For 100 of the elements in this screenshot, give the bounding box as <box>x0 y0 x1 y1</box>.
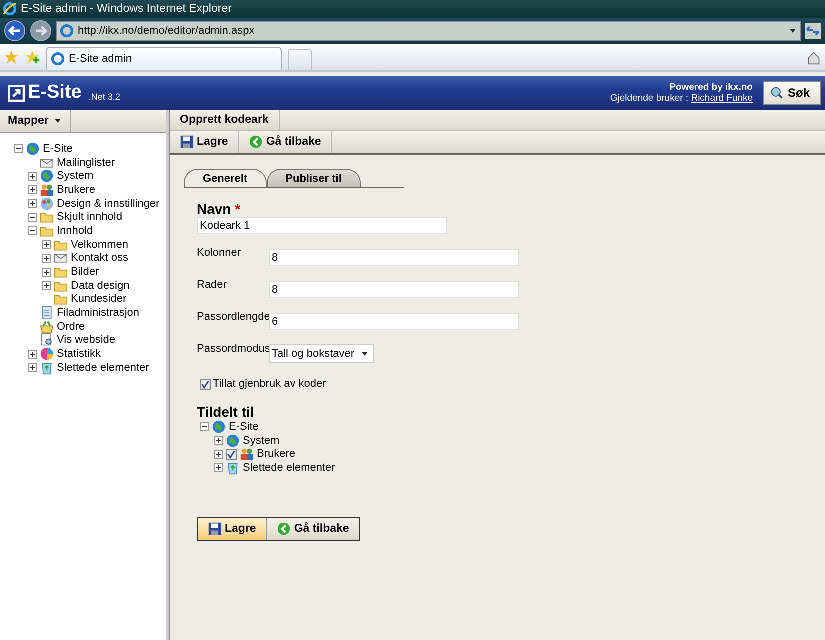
tree-item[interactable]: Bilder <box>71 266 100 278</box>
globe-icon <box>26 142 40 156</box>
tree-item[interactable]: Slettede elementer <box>243 462 336 474</box>
people-icon <box>240 447 254 462</box>
expand-icon[interactable] <box>42 268 51 277</box>
dropdown-icon[interactable] <box>789 27 797 35</box>
external-link-icon <box>8 84 25 102</box>
tree-item[interactable]: System <box>243 434 280 447</box>
recycle-bin-icon <box>40 360 54 375</box>
floppy-icon <box>208 522 222 536</box>
powered-by-text: Powered by ikx.no <box>670 82 753 93</box>
floppy-icon <box>180 135 194 149</box>
save-button[interactable]: Lagre <box>198 518 268 540</box>
tree-item[interactable]: Brukere <box>57 184 96 196</box>
name-field[interactable]: Kodeark 1 <box>197 217 447 234</box>
expand-icon[interactable] <box>42 281 51 290</box>
tree-item[interactable]: Data design <box>71 280 130 292</box>
expand-icon[interactable] <box>42 240 51 250</box>
checkbox[interactable] <box>200 378 211 390</box>
panel-title: Opprett kodeark <box>170 110 280 130</box>
page-icon <box>51 52 65 66</box>
checkbox-label: Tillat gjenbruk av koder <box>213 378 326 390</box>
password-mode-dropdown[interactable]: Tall og bokstaver <box>269 344 374 363</box>
tree-item[interactable]: Velkommen <box>71 238 128 251</box>
basket-icon <box>40 320 54 334</box>
globe-icon <box>212 420 226 434</box>
tab[interactable]: Publiser til <box>266 169 361 187</box>
window-title: E-Site admin - Windows Internet Explorer <box>21 3 232 15</box>
input-field[interactable]: 8 <box>269 249 519 266</box>
expand-icon[interactable] <box>28 199 37 208</box>
tree-item[interactable]: Kontakt oss <box>71 252 128 264</box>
field-label: Passordmodus <box>197 343 269 355</box>
search-button[interactable]: Søk <box>762 81 821 105</box>
required-mark: * <box>235 201 241 217</box>
refresh-icon[interactable] <box>805 23 821 39</box>
collapse-icon[interactable] <box>28 212 37 222</box>
tree-item[interactable]: Design & innstillinger <box>57 198 160 210</box>
envelope-icon <box>54 251 68 266</box>
field-label: Passordlengde <box>197 311 269 323</box>
palette-icon <box>40 196 54 211</box>
input-field[interactable]: 8 <box>269 281 519 298</box>
tree-item[interactable]: Mailinglister <box>57 156 116 169</box>
browser-logo-icon <box>3 2 17 16</box>
field-label: Rader <box>197 279 228 291</box>
tree-item[interactable]: Filadministrasjon <box>57 307 140 320</box>
save-button[interactable]: Lagre <box>170 131 240 153</box>
add-favorite-icon[interactable] <box>25 50 40 65</box>
user-link[interactable]: Richard Funke <box>691 93 753 104</box>
globe-icon <box>226 434 240 448</box>
tree-item[interactable]: Vis webside <box>57 334 116 346</box>
back-button[interactable]: Gå tilbake <box>267 518 360 540</box>
expand-icon[interactable] <box>28 172 37 181</box>
expand-icon[interactable] <box>42 254 51 263</box>
section-title: Tildelt til <box>197 404 254 420</box>
expand-icon[interactable] <box>214 463 223 472</box>
version-label: .Net 3.2 <box>88 92 120 102</box>
folder-icon <box>54 292 68 306</box>
tree-item[interactable]: Brukere <box>257 448 296 460</box>
app-logo: E-Site <box>28 82 82 104</box>
checkbox[interactable] <box>226 448 237 460</box>
globe-icon <box>40 169 54 184</box>
caret-icon <box>360 350 369 358</box>
field-label: Navn <box>197 201 232 217</box>
browser-tab[interactable]: E-Site admin <box>46 47 282 70</box>
expand-icon[interactable] <box>214 436 223 446</box>
field-label: Kolonner <box>197 247 242 259</box>
search-icon <box>770 86 784 100</box>
tree-item[interactable]: Ordre <box>57 320 86 333</box>
back-button[interactable]: Gå tilbake <box>239 131 332 153</box>
expand-icon[interactable] <box>214 450 223 459</box>
collapse-icon[interactable] <box>200 422 209 432</box>
collapse-icon[interactable] <box>14 144 23 154</box>
collapse-icon[interactable] <box>28 226 37 236</box>
tree-item[interactable]: Slettede elementer <box>57 362 150 374</box>
folder-icon <box>54 265 68 280</box>
forward-button[interactable] <box>30 20 52 42</box>
tab[interactable]: Generelt <box>184 169 267 187</box>
home-icon[interactable] <box>807 51 821 65</box>
tree-item[interactable]: Skjult innhold <box>57 211 122 224</box>
tree-item[interactable]: E-Site <box>229 420 259 433</box>
expand-icon[interactable] <box>28 350 37 359</box>
tree-item[interactable]: Kundesider <box>71 293 127 306</box>
tree-item[interactable]: System <box>57 170 94 182</box>
input-field[interactable]: 6 <box>269 313 519 330</box>
tree-item[interactable]: Statistikk <box>57 348 102 360</box>
expand-icon[interactable] <box>28 185 37 194</box>
folder-icon <box>40 210 54 224</box>
people-icon <box>40 182 54 197</box>
magnifier-page-icon <box>40 333 54 348</box>
address-field[interactable]: http://ikx.no/demo/editor/admin.aspx <box>56 21 801 41</box>
star-icon[interactable] <box>4 50 19 65</box>
pie-icon <box>40 347 54 362</box>
page-icon <box>60 24 74 38</box>
tree-item[interactable]: Innhold <box>57 224 94 237</box>
document-icon <box>40 306 54 320</box>
tree-item[interactable]: E-Site <box>43 142 73 155</box>
current-user-label: Gjeldende bruker : <box>610 93 689 104</box>
expand-icon[interactable] <box>28 363 37 372</box>
recycle-bin-icon <box>226 460 240 475</box>
back-button[interactable] <box>4 20 26 42</box>
